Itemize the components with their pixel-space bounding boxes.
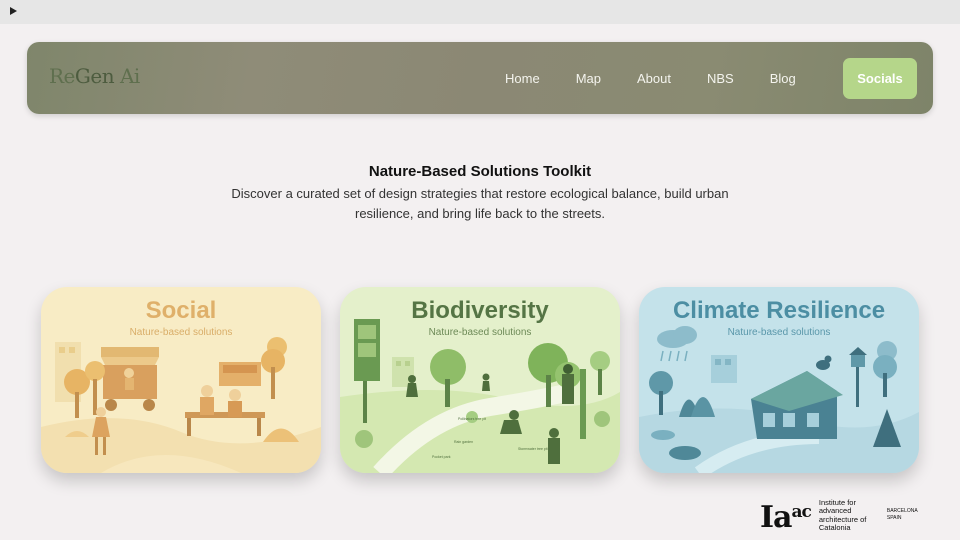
nav-link-blog[interactable]: Blog: [770, 71, 796, 86]
illustration-label: Rain garden: [454, 440, 474, 444]
page-description: Discover a curated set of design strateg…: [231, 186, 729, 221]
illustration-label: Pollinators tree pit: [458, 417, 487, 421]
nav-links: Home Map About NBS Blog: [505, 42, 832, 114]
logo-text-ai: Ai: [114, 64, 140, 88]
socials-button[interactable]: Socials: [843, 58, 917, 99]
iaac-location-country: SPAIN: [886, 515, 902, 521]
nav-link-about[interactable]: About: [637, 71, 671, 86]
browser-toolbar: [0, 0, 960, 24]
iaac-logo-mark-main: Ia: [760, 500, 793, 535]
page-title: Nature-Based Solutions Toolkit: [368, 163, 592, 180]
card-subtitle: Nature-based solutions: [428, 327, 532, 338]
card-subtitle: Nature-based solutions: [129, 327, 233, 338]
iaac-logo[interactable]: Iaac Institute for advanced architecture…: [760, 497, 918, 533]
nav-link-map[interactable]: Map: [576, 71, 601, 86]
iaac-logo-mark: Iaac: [760, 497, 812, 535]
logo-text-re: Re: [49, 64, 75, 88]
card-social[interactable]: Social Nature-based solutions: [41, 287, 321, 473]
nav-link-home[interactable]: Home: [505, 71, 540, 86]
card-climate-resilience[interactable]: Climate Resilience Nature-based solution…: [639, 287, 919, 473]
iaac-logo-location: BARCELONA SPAIN: [887, 508, 918, 522]
card-title: Climate Resilience: [672, 297, 886, 324]
illustration-label: Stormwater tree pit: [518, 447, 548, 451]
card-subtitle: Nature-based solutions: [727, 327, 831, 338]
nav-link-nbs[interactable]: NBS: [707, 71, 734, 86]
card-title: Biodiversity: [411, 297, 549, 324]
iaac-logo-name: Institute for advanced architecture of C…: [818, 498, 867, 532]
iaac-location-city: BARCELONA: [886, 508, 918, 514]
play-icon[interactable]: [10, 7, 17, 15]
iaac-logo-mark-sup: ac: [791, 502, 811, 522]
card-biodiversity[interactable]: Biodiversity Nature-based solutions Poll…: [340, 287, 620, 473]
illustration-label: Pocket park: [432, 455, 451, 459]
logo-text-gen: Gen: [74, 64, 115, 88]
card-title: Social: [145, 297, 217, 324]
regen-ai-logo[interactable]: ReGen Ai: [49, 64, 140, 88]
navigation-bar: ReGen Ai Home Map About NBS Blog Socials: [27, 42, 933, 114]
